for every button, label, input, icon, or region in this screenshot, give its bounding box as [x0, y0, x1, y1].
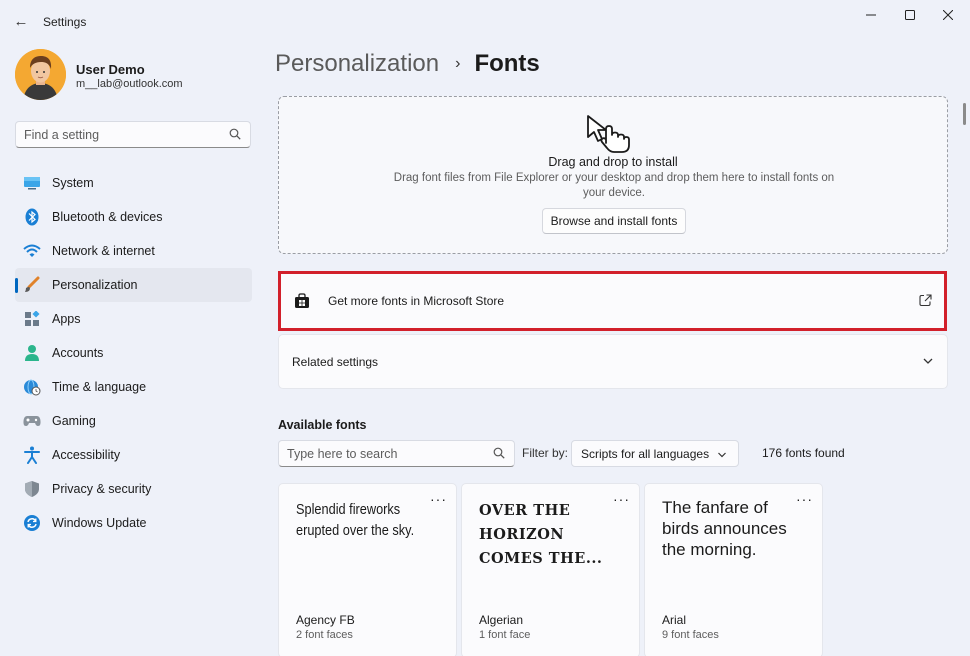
sidebar-item-bluetooth[interactable]: Bluetooth & devices: [15, 200, 252, 234]
chevron-right-icon: ›: [455, 55, 460, 73]
maximize-button[interactable]: [892, 6, 928, 24]
font-name: Agency FB: [296, 613, 355, 627]
store-link-label: Get more fonts in Microsoft Store: [328, 294, 504, 308]
available-fonts-heading: Available fonts: [278, 418, 366, 432]
sidebar-item-label: Time & language: [52, 380, 146, 394]
user-email: m__lab@outlook.com: [76, 78, 183, 90]
language-filter-dropdown[interactable]: Scripts for all languages: [571, 440, 739, 467]
filter-selected-value: Scripts for all languages: [581, 447, 709, 461]
font-search-box[interactable]: [278, 440, 515, 467]
font-sample-text: The fanfare of birds announces the morni…: [662, 497, 807, 560]
close-button[interactable]: [930, 6, 966, 24]
sidebar-item-privacy[interactable]: Privacy & security: [15, 472, 252, 506]
sidebar-item-network[interactable]: Network & internet: [15, 234, 252, 268]
sidebar-item-label: Network & internet: [52, 244, 155, 258]
drop-zone-title: Drag and drop to install: [279, 155, 947, 169]
microsoft-store-fonts-link[interactable]: Get more fonts in Microsoft Store: [278, 271, 947, 331]
bluetooth-icon: [23, 208, 41, 226]
font-card-arial[interactable]: ··· The fanfare of birds announces the m…: [644, 483, 823, 656]
sidebar-item-label: Apps: [52, 312, 81, 326]
sidebar-nav: System Bluetooth & devices Network & int…: [15, 166, 252, 540]
minimize-button[interactable]: [853, 6, 889, 24]
font-name: Arial: [662, 613, 686, 627]
filter-label: Filter by:: [522, 446, 568, 460]
gamepad-icon: [23, 412, 41, 430]
sidebar-item-label: Accounts: [52, 346, 103, 360]
sidebar-item-label: Windows Update: [52, 516, 147, 530]
title-bar: ← Settings: [0, 0, 970, 42]
sidebar-item-apps[interactable]: Apps: [15, 302, 252, 336]
font-name: Algerian: [479, 613, 523, 627]
chevron-down-icon: [717, 450, 727, 460]
font-faces-count: 2 font faces: [296, 629, 353, 641]
minimize-icon: [866, 10, 876, 20]
user-avatar-icon: [15, 49, 66, 100]
system-icon: [23, 174, 41, 192]
browse-install-fonts-button[interactable]: Browse and install fonts: [542, 208, 686, 234]
user-name: User Demo: [76, 62, 145, 77]
search-icon: [493, 447, 505, 459]
sidebar-item-label: Privacy & security: [52, 482, 151, 496]
wifi-icon: [23, 242, 41, 260]
sidebar-item-label: Bluetooth & devices: [52, 210, 163, 224]
page-title: Fonts: [474, 50, 539, 78]
related-settings-expander[interactable]: Related settings: [278, 334, 948, 389]
search-icon: [229, 128, 241, 140]
close-icon: [943, 10, 953, 20]
font-faces-count: 1 font face: [479, 629, 530, 641]
find-setting-input[interactable]: [16, 122, 216, 147]
avatar[interactable]: [15, 49, 66, 100]
accessibility-icon: [23, 446, 41, 464]
app-title: Settings: [43, 15, 86, 29]
font-faces-count: 9 font faces: [662, 629, 719, 641]
shield-icon: [23, 480, 41, 498]
font-count: 176 fonts found: [762, 446, 845, 460]
sidebar-item-windows-update[interactable]: Windows Update: [15, 506, 252, 540]
sidebar-item-label: Accessibility: [52, 448, 120, 462]
font-search-input[interactable]: [279, 441, 479, 466]
related-settings-label: Related settings: [292, 355, 378, 369]
apps-icon: [23, 310, 41, 328]
back-button[interactable]: ←: [10, 10, 32, 32]
sidebar-item-time-language[interactable]: Time & language: [15, 370, 252, 404]
font-sample-text: OVER THE HORIZON COMES THE...: [479, 499, 624, 571]
breadcrumb-parent[interactable]: Personalization: [275, 50, 439, 78]
sidebar-item-system[interactable]: System: [15, 166, 252, 200]
external-link-icon: [919, 294, 932, 307]
find-setting-search[interactable]: [15, 121, 251, 148]
drag-hand-icon: [584, 113, 632, 153]
font-card-algerian[interactable]: ··· OVER THE HORIZON COMES THE... Algeri…: [461, 483, 640, 656]
breadcrumb: Personalization › Fonts: [275, 50, 540, 78]
sidebar-item-label: Gaming: [52, 414, 96, 428]
sidebar-item-personalization[interactable]: Personalization: [15, 268, 252, 302]
font-card-agency-fb[interactable]: ··· Splendid fireworks erupted over the …: [278, 483, 457, 656]
sidebar-item-label: System: [52, 176, 94, 190]
store-icon: [294, 293, 310, 309]
font-sample-text: Splendid fireworks erupted over the sky.: [296, 499, 436, 541]
maximize-icon: [905, 10, 915, 20]
sidebar-item-accessibility[interactable]: Accessibility: [15, 438, 252, 472]
brush-icon: [23, 276, 41, 294]
update-icon: [23, 514, 41, 532]
person-icon: [23, 344, 41, 362]
scrollbar-thumb[interactable]: [963, 103, 966, 125]
drop-zone-description: Drag font files from File Explorer or yo…: [389, 171, 839, 201]
globe-clock-icon: [23, 378, 41, 396]
back-arrow-icon: ←: [14, 13, 29, 30]
sidebar-item-gaming[interactable]: Gaming: [15, 404, 252, 438]
sidebar-item-accounts[interactable]: Accounts: [15, 336, 252, 370]
font-drop-zone[interactable]: Drag and drop to install Drag font files…: [278, 96, 948, 254]
chevron-down-icon: [922, 355, 934, 367]
sidebar-item-label: Personalization: [52, 278, 137, 292]
